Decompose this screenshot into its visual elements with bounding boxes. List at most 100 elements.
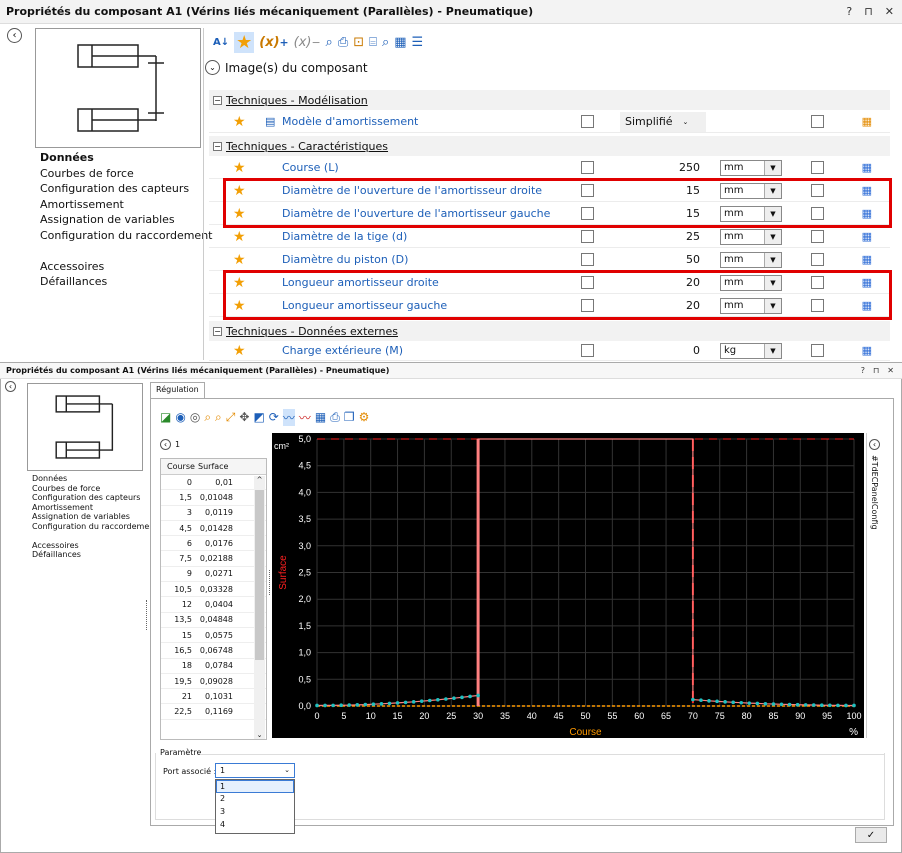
unit-select[interactable]: mm ▼ <box>720 159 782 176</box>
nav-courbes[interactable]: Courbes de force <box>32 484 157 494</box>
chart-edit-icon[interactable]: ◪ <box>160 410 171 424</box>
cell-surface[interactable]: 0,0119 <box>196 508 236 517</box>
cell-surface[interactable]: 0,01 <box>196 478 236 487</box>
cell-surface[interactable]: 0,03328 <box>196 585 236 594</box>
unit-select[interactable]: kg ▼ <box>720 342 782 359</box>
table-row[interactable]: 19,5 0,09028 <box>161 674 266 690</box>
nav-accessoires[interactable]: Accessoires <box>40 259 212 275</box>
nav-raccordement[interactable]: Configuration du raccordement <box>40 228 212 244</box>
cell-course[interactable]: 9 <box>161 569 196 578</box>
unit-select[interactable]: mm ▼ <box>720 251 782 268</box>
cell-surface[interactable]: 0,1031 <box>196 692 236 701</box>
table-row[interactable]: 10,5 0,03328 <box>161 582 266 598</box>
cell-surface[interactable]: 0,0575 <box>196 631 236 640</box>
checkbox[interactable] <box>811 344 824 357</box>
port-option[interactable]: 1 <box>216 780 294 793</box>
chevron-down-icon[interactable]: ⌄ <box>205 60 220 75</box>
scroll-up-icon[interactable]: ^ <box>254 476 265 484</box>
ok-button[interactable]: ✓ <box>855 827 887 843</box>
table-row[interactable]: 16,5 0,06748 <box>161 643 266 659</box>
property-row[interactable]: ★ Diamètre de la tige (d) 25 mm ▼ ▦ <box>209 226 890 248</box>
property-row[interactable]: ★ Diamètre du piston (D) 50 mm ▼ ▦ <box>209 249 890 271</box>
cell-surface[interactable]: 0,06748 <box>196 646 236 655</box>
checkbox[interactable] <box>811 115 824 128</box>
nav-capteurs[interactable]: Configuration des capteurs <box>32 493 157 503</box>
cell-surface[interactable]: 0,0176 <box>196 539 236 548</box>
favorite-star-icon[interactable]: ★ <box>233 114 246 130</box>
cell-surface[interactable]: 0,01048 <box>196 493 236 502</box>
user-search-icon[interactable]: ⌕ <box>382 35 389 50</box>
nav-donnees[interactable]: Données <box>40 150 212 166</box>
cell-surface[interactable]: 0,1169 <box>196 707 236 716</box>
row-modele-amortissement[interactable]: ★ ▤ Modèle d'amortissement Simplifié ⌄ ▦ <box>209 111 890 133</box>
add-variable-icon[interactable]: (x) + <box>259 35 288 50</box>
property-value[interactable]: 0 <box>640 344 700 357</box>
nav-defaillances[interactable]: Défaillances <box>40 274 212 290</box>
pin-button[interactable]: ⊓ <box>873 366 879 375</box>
group-donnees-externes[interactable]: − Techniques - Données externes <box>209 321 890 341</box>
table-row[interactable]: 9 0,0271 <box>161 567 266 583</box>
port-option[interactable]: 2 <box>216 793 294 806</box>
favorite-star-icon[interactable]: ★ <box>233 343 246 359</box>
chart-scale-icon[interactable]: ◩ <box>253 410 264 424</box>
cell-course[interactable]: 13,5 <box>161 615 196 624</box>
port-option[interactable]: 3 <box>216 806 294 819</box>
table-row[interactable]: 13,5 0,04848 <box>161 613 266 628</box>
cushion-chart[interactable]: 0 5 10 15 20 25 30 35 40 45 50 55 60 65 70 75 80 85 90 95 10… <box>272 433 864 738</box>
group-caracteristiques[interactable]: − Techniques - Caractéristiques <box>209 136 890 156</box>
zoom-y-icon[interactable]: ⌕ <box>215 410 222 425</box>
sort-az-icon[interactable]: A↓ <box>213 37 229 48</box>
cell-course[interactable]: 4,5 <box>161 524 196 533</box>
gear-icon[interactable]: ⚙ <box>359 410 370 424</box>
collapse-left-icon[interactable]: ‹ <box>7 28 22 43</box>
property-row[interactable]: ★ Course (L) 250 mm ▼ ▦ <box>209 157 890 179</box>
model-select[interactable]: Simplifié ⌄ <box>620 111 706 132</box>
config-icon[interactable]: ▦ <box>862 161 872 174</box>
checkbox[interactable] <box>581 115 594 128</box>
cell-course[interactable]: 19,5 <box>161 677 196 686</box>
cell-surface[interactable]: 0,02188 <box>196 554 236 563</box>
cell-surface[interactable]: 0,0404 <box>196 600 236 609</box>
port-option[interactable]: 4 <box>216 819 294 832</box>
tab-regulation[interactable]: Régulation <box>150 382 205 399</box>
collapse-minus-icon[interactable]: − <box>213 141 222 151</box>
row-charge-exterieure[interactable]: ★ Charge extérieure (M) 0 kg ▼ ▦ <box>209 341 890 361</box>
nav-courbes[interactable]: Courbes de force <box>40 166 212 182</box>
expand-panel-icon[interactable]: ‹ <box>869 439 880 450</box>
scroll-down-icon[interactable]: ⌄ <box>254 731 265 739</box>
cell-course[interactable]: 21 <box>161 692 196 701</box>
nav-defaillances[interactable]: Défaillances <box>32 550 157 560</box>
config-icon[interactable]: ▦ <box>862 115 872 128</box>
table-nav-back-icon[interactable]: ‹ <box>160 439 171 450</box>
nav-variables[interactable]: Assignation de variables <box>40 212 212 228</box>
refresh-icon[interactable]: ⟳ <box>269 410 279 424</box>
cell-course[interactable]: 1,5 <box>161 493 196 502</box>
cell-course[interactable]: 16,5 <box>161 646 196 655</box>
move-icon[interactable]: ✥ <box>239 410 249 424</box>
curve-table[interactable]: Course Surface 0 0,01 1,5 0,01048 3 0,0119 4,5… <box>160 458 267 740</box>
nav-capteurs[interactable]: Configuration des capteurs <box>40 181 212 197</box>
config-icon[interactable]: ▦ <box>862 344 872 357</box>
config-icon[interactable]: ▦ <box>862 230 872 243</box>
print-icon[interactable]: ⎙ <box>338 35 348 50</box>
edit-curve-icon[interactable]: 〰 <box>299 409 311 426</box>
cell-surface[interactable]: 0,0784 <box>196 661 236 670</box>
table-row[interactable]: 7,5 0,02188 <box>161 551 266 567</box>
draw-curve-icon[interactable]: 〰 <box>282 408 295 426</box>
copy-icon[interactable]: ❐ <box>344 410 355 424</box>
settings-table-icon[interactable]: ▦ <box>315 410 326 424</box>
cell-course[interactable]: 6 <box>161 539 196 548</box>
table-row[interactable]: 4,5 0,01428 <box>161 521 266 537</box>
table-row[interactable]: 15 0,0575 <box>161 628 266 644</box>
help-button[interactable]: ? <box>861 366 865 375</box>
checkbox[interactable] <box>581 230 594 243</box>
checkbox[interactable] <box>811 161 824 174</box>
checklist-icon[interactable]: ☰ <box>412 35 424 50</box>
close-button[interactable]: ✕ <box>885 5 894 18</box>
zoom-x-icon[interactable]: ⌕ <box>204 410 211 425</box>
favorites-star-icon[interactable]: ★ <box>234 31 255 53</box>
table-row[interactable]: 1,5 0,01048 <box>161 490 266 506</box>
help-button[interactable]: ? <box>846 5 852 18</box>
cell-course[interactable]: 12 <box>161 600 196 609</box>
collapse-left-icon[interactable]: ‹ <box>5 381 16 392</box>
